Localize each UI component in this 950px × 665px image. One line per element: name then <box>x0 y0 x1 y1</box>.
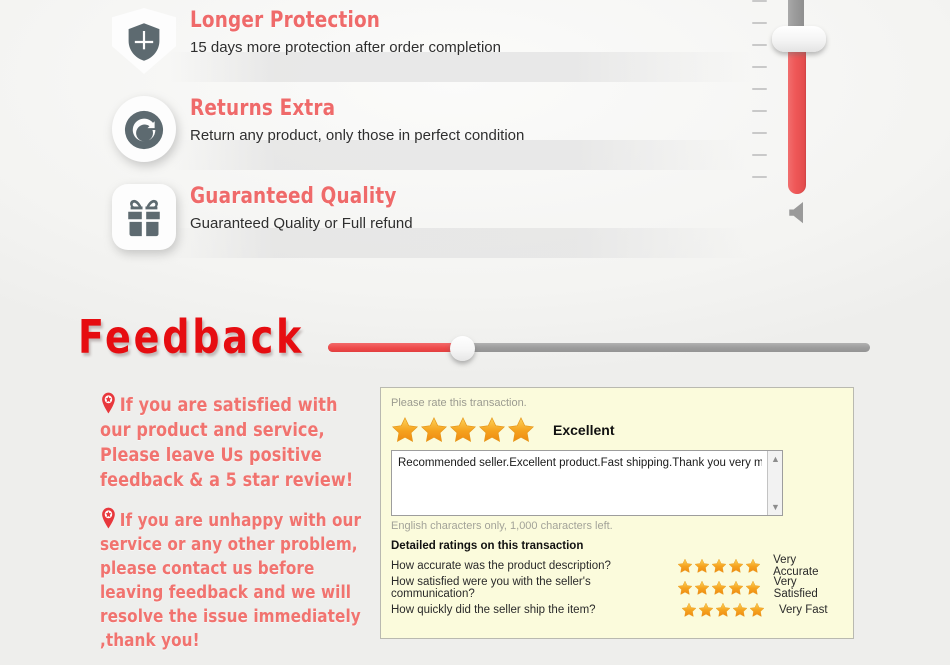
gift-box-icon <box>122 196 166 240</box>
detailed-star-rating[interactable] <box>677 558 764 574</box>
star-icon[interactable] <box>728 558 744 574</box>
horizontal-slider[interactable] <box>328 334 870 362</box>
feature-icon-wrap <box>108 181 180 255</box>
slider-tick <box>752 0 767 2</box>
scroll-up-icon[interactable]: ▲ <box>768 452 783 466</box>
shield-plus-icon <box>122 20 166 64</box>
feature-icon-wrap <box>108 5 180 79</box>
slider-track-fill[interactable] <box>788 44 806 194</box>
star-icon[interactable] <box>478 416 506 444</box>
slider-tick <box>752 110 767 112</box>
slider-tick <box>752 154 767 156</box>
speaker-icon[interactable] <box>782 197 814 227</box>
feature-text: Returns Extra Return any product, only t… <box>190 96 750 147</box>
star-icon[interactable] <box>745 558 761 574</box>
slider-tick <box>752 132 767 134</box>
map-pin-star-icon <box>100 392 117 414</box>
detailed-star-rating[interactable] <box>677 580 764 596</box>
star-icon[interactable] <box>507 416 535 444</box>
detailed-rating-row: How quickly did the seller ship the item… <box>391 599 843 621</box>
star-icon[interactable] <box>420 416 448 444</box>
feedback-heading: Feedback <box>78 310 305 364</box>
comment-value: Recommended seller.Excellent product.Fas… <box>398 457 762 469</box>
star-icon[interactable] <box>715 602 731 618</box>
detailed-rating-row: How accurate was the product description… <box>391 554 843 578</box>
slider-tick <box>752 22 767 24</box>
slider-ticks <box>752 0 770 196</box>
detailed-rating-label: Very Satisfied <box>773 576 818 600</box>
feature-row: Guaranteed Quality Guaranteed Quality or… <box>0 176 760 264</box>
detailed-rating-question: How satisfied were you with the seller's… <box>391 576 591 600</box>
detailed-rating-question: How accurate was the product description… <box>391 560 611 572</box>
comment-textarea[interactable]: Recommended seller.Excellent product.Fas… <box>391 450 783 516</box>
slider-tick <box>752 66 767 68</box>
feature-title: Returns Extra <box>190 96 336 121</box>
star-icon[interactable] <box>749 602 765 618</box>
vertical-volume-slider[interactable] <box>740 0 850 240</box>
star-icon[interactable] <box>391 416 419 444</box>
star-icon[interactable] <box>711 558 727 574</box>
overall-star-rating[interactable] <box>391 416 535 444</box>
feedback-paragraph: If you are satisfied with our product an… <box>100 392 365 493</box>
detailed-rating-label: Very Fast <box>779 604 828 616</box>
detailed-star-rating[interactable] <box>681 602 769 618</box>
overall-rating-label: Excellent <box>553 422 615 438</box>
slider-tick <box>752 44 767 46</box>
star-icon[interactable] <box>681 602 697 618</box>
feedback-paragraph: If you are unhappy with our service or a… <box>100 507 365 653</box>
feature-icon-wrap <box>108 93 180 167</box>
star-icon[interactable] <box>677 580 693 596</box>
feature-text: Guaranteed Quality Guaranteed Quality or… <box>190 184 750 235</box>
feedback-paragraph-text: If you are satisfied with our product an… <box>100 394 354 491</box>
slider-tick <box>752 88 767 90</box>
feature-subtitle: 15 days more protection after order comp… <box>190 39 501 56</box>
feature-title: Guaranteed Quality <box>190 184 397 209</box>
star-icon[interactable] <box>694 558 710 574</box>
slider-thumb[interactable] <box>772 26 826 52</box>
overall-rating-row: Excellent <box>391 413 843 447</box>
star-icon[interactable] <box>745 580 761 596</box>
slider-track-fill[interactable] <box>328 343 464 352</box>
feature-row: Longer Protection 15 days more protectio… <box>0 0 760 88</box>
star-icon[interactable] <box>677 558 693 574</box>
slider-tick <box>752 176 767 178</box>
feature-text: Longer Protection 15 days more protectio… <box>190 8 750 59</box>
comment-note: English characters only, 1,000 character… <box>391 520 613 532</box>
star-icon[interactable] <box>711 580 727 596</box>
feature-subtitle: Return any product, only those in perfec… <box>190 127 525 144</box>
star-icon[interactable] <box>732 602 748 618</box>
star-icon[interactable] <box>449 416 477 444</box>
feature-title: Longer Protection <box>190 8 381 33</box>
detailed-rating-label: Very Accurate <box>773 554 819 578</box>
feature-subtitle: Guaranteed Quality or Full refund <box>190 215 413 232</box>
scroll-down-icon[interactable]: ▼ <box>768 500 783 514</box>
feedback-paragraph-text: If you are unhappy with our service or a… <box>100 510 362 651</box>
map-pin-star-icon <box>100 507 117 529</box>
star-icon[interactable] <box>698 602 714 618</box>
star-icon[interactable] <box>694 580 710 596</box>
star-icon[interactable] <box>728 580 744 596</box>
feedback-copy: If you are satisfied with our product an… <box>100 392 382 653</box>
rating-panel: Please rate this transaction. Excellent … <box>380 387 854 639</box>
return-arrow-circle-icon <box>122 108 166 152</box>
detailed-ratings-title: Detailed ratings on this transaction <box>391 540 584 552</box>
textarea-scrollbar[interactable]: ▲ ▼ <box>767 451 782 515</box>
detailed-rating-row: How satisfied were you with the seller's… <box>391 576 843 600</box>
feature-row: Returns Extra Return any product, only t… <box>0 88 760 176</box>
rate-prompt: Please rate this transaction. <box>391 397 527 409</box>
slider-thumb[interactable] <box>450 336 475 361</box>
features-list: Longer Protection 15 days more protectio… <box>0 0 760 278</box>
detailed-rating-question: How quickly did the seller ship the item… <box>391 604 596 616</box>
